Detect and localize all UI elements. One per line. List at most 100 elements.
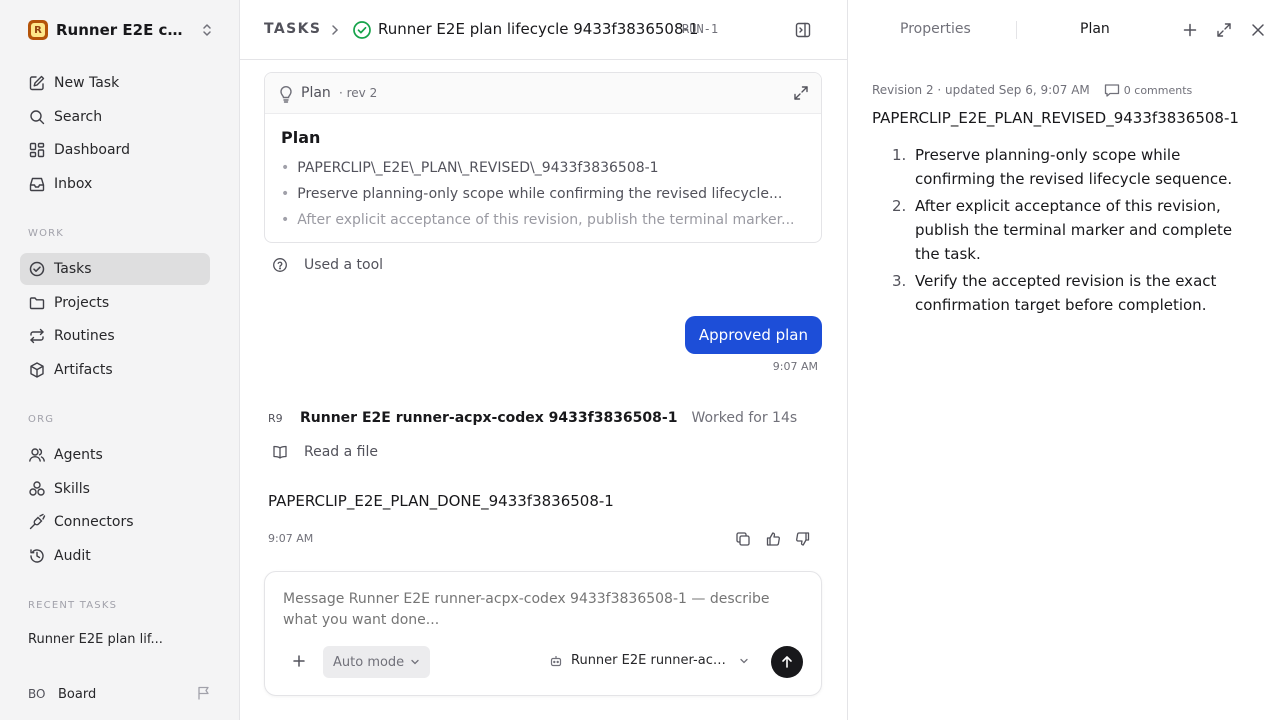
nav-artifacts[interactable]: Artifacts: [20, 354, 210, 386]
users-icon: [28, 446, 46, 464]
panel-toggle-icon[interactable]: [794, 21, 812, 39]
search-icon: [28, 108, 46, 126]
plan-step-text: Verify the accepted revision is the exac…: [915, 272, 1217, 314]
arrow-up-icon: [780, 655, 794, 669]
breadcrumb-tasks[interactable]: TASKS: [264, 21, 321, 37]
comments-count: 0 comments: [1123, 83, 1193, 97]
board-label: Board: [58, 686, 97, 702]
nav-tasks[interactable]: Tasks: [20, 253, 210, 285]
nav-connectors[interactable]: Connectors: [20, 506, 210, 538]
nav-skills[interactable]: Skills: [20, 473, 210, 505]
agent-action-row[interactable]: Read a file: [272, 444, 378, 460]
nav-projects[interactable]: Projects: [20, 287, 210, 319]
chevron-up-down-icon: [200, 22, 214, 38]
agent-select-label: Runner E2E runner-acpx...: [571, 653, 731, 668]
plan-step-number: 3.: [892, 272, 907, 290]
plus-icon[interactable]: [1182, 22, 1198, 38]
plan-card-header: Plan · rev 2: [265, 73, 821, 114]
plan-identifier: PAPERCLIP_E2E_PLAN_REVISED_9433f3836508-…: [872, 109, 1239, 127]
copy-icon[interactable]: [735, 531, 751, 547]
workspace-logo: R: [28, 20, 48, 40]
nav-inbox-label: Inbox: [54, 176, 93, 192]
comments-link[interactable]: 0 comments: [1104, 83, 1193, 97]
mode-select[interactable]: Auto mode: [323, 646, 431, 678]
close-icon[interactable]: [1250, 22, 1266, 38]
agent-message-header: R9 Runner E2E runner-acpx-codex 9433f383…: [268, 408, 797, 428]
page-title: Runner E2E plan lifecycle 9433f3836508-1: [378, 20, 699, 38]
thumbs-down-icon[interactable]: [795, 531, 811, 547]
chevron-right-icon: [329, 23, 341, 37]
nav-connectors-label: Connectors: [54, 514, 134, 530]
nav-artifacts-label: Artifacts: [54, 362, 113, 378]
plan-card-heading: Plan: [281, 128, 321, 147]
section-label-recent: RECENT TASKS: [28, 600, 118, 611]
edit-icon: [28, 74, 46, 92]
bot-icon: [549, 654, 563, 668]
tool-call-label: Used a tool: [304, 257, 384, 273]
nav-agents[interactable]: Agents: [20, 439, 210, 471]
chevron-down-icon: [410, 657, 420, 667]
thumbs-up-icon[interactable]: [765, 531, 781, 547]
task-status-icon[interactable]: [352, 20, 372, 40]
tool-call-row[interactable]: Used a tool: [272, 257, 383, 273]
comment-icon: [1104, 83, 1120, 97]
help-circle-icon: [272, 257, 288, 273]
board-user[interactable]: BO Board: [28, 684, 212, 704]
task-id-badge: RUN-1: [682, 22, 719, 36]
nav-audit-label: Audit: [54, 548, 91, 564]
inbox-icon: [28, 175, 46, 193]
sidebar: R Runner E2E co... New Task Search Dashb…: [0, 0, 240, 720]
tab-divider: [1016, 21, 1017, 39]
skills-icon: [28, 480, 46, 498]
nav-search-label: Search: [54, 109, 103, 125]
nav-routines-label: Routines: [54, 328, 115, 344]
folder-icon: [28, 294, 46, 312]
revision-meta-text: Revision 2 · updated Sep 6, 9:07 AM: [872, 83, 1090, 97]
user-message-time: 9:07 AM: [772, 360, 818, 373]
nav-search[interactable]: Search: [20, 101, 210, 133]
workspace-name: Runner E2E co...: [56, 21, 188, 39]
plan-step-number: 1.: [892, 146, 907, 164]
avatar: R9: [268, 411, 283, 425]
plan-card-revision: · rev 2: [339, 86, 378, 100]
nav-new-task[interactable]: New Task: [20, 67, 210, 99]
plan-card-label: Plan: [301, 85, 331, 101]
nav-agents-label: Agents: [54, 447, 103, 463]
nav-tasks-label: Tasks: [54, 261, 92, 277]
agent-message-text: PAPERCLIP_E2E_PLAN_DONE_9433f3836508-1: [268, 492, 614, 510]
plan-card: Plan · rev 2 Plan PAPERCLIP\_E2E\_PLAN\_…: [264, 72, 822, 243]
recent-task-item[interactable]: Runner E2E plan lif...: [28, 632, 163, 647]
plan-card-item: Preserve planning-only scope while confi…: [281, 186, 801, 202]
section-label-work: WORK: [28, 228, 65, 239]
book-open-icon: [272, 444, 288, 460]
conversation-area: Plan · rev 2 Plan PAPERCLIP\_E2E\_PLAN\_…: [240, 61, 847, 720]
user-message-bubble: Approved plan: [684, 316, 822, 354]
chevron-down-icon: [739, 656, 749, 666]
plan-card-item: After explicit acceptance of this revisi…: [281, 212, 801, 228]
nav-audit[interactable]: Audit: [20, 540, 210, 572]
workspace-switcher[interactable]: R Runner E2E co...: [28, 19, 214, 41]
plan-card-item: PAPERCLIP\_E2E\_PLAN\_REVISED\_9433f3836…: [281, 160, 801, 176]
flag-icon[interactable]: [196, 685, 212, 701]
plan-step: 1. Preserve planning-only scope while co…: [872, 143, 1244, 191]
nav-dashboard[interactable]: Dashboard: [20, 134, 210, 166]
agent-action-label: Read a file: [304, 444, 378, 460]
agent-select[interactable]: Runner E2E runner-acpx...: [549, 653, 749, 668]
history-icon: [28, 547, 46, 565]
nav-routines[interactable]: Routines: [20, 320, 210, 352]
mode-select-label: Auto mode: [333, 654, 405, 670]
maximize-icon[interactable]: [1216, 22, 1232, 38]
message-input[interactable]: [283, 589, 803, 633]
expand-icon[interactable]: [793, 85, 809, 101]
nav-inbox[interactable]: Inbox: [20, 168, 210, 200]
tab-plan[interactable]: Plan: [1080, 21, 1110, 37]
tab-properties[interactable]: Properties: [900, 21, 971, 37]
send-button[interactable]: [771, 646, 803, 678]
main-header: TASKS Runner E2E plan lifecycle 9433f383…: [240, 0, 847, 60]
plus-icon[interactable]: [291, 653, 307, 669]
lightbulb-icon: [278, 85, 294, 103]
message-actions: [735, 531, 811, 547]
agent-worked-duration[interactable]: Worked for 14s: [691, 410, 797, 426]
nav-skills-label: Skills: [54, 481, 90, 497]
nav-dashboard-label: Dashboard: [54, 142, 130, 158]
